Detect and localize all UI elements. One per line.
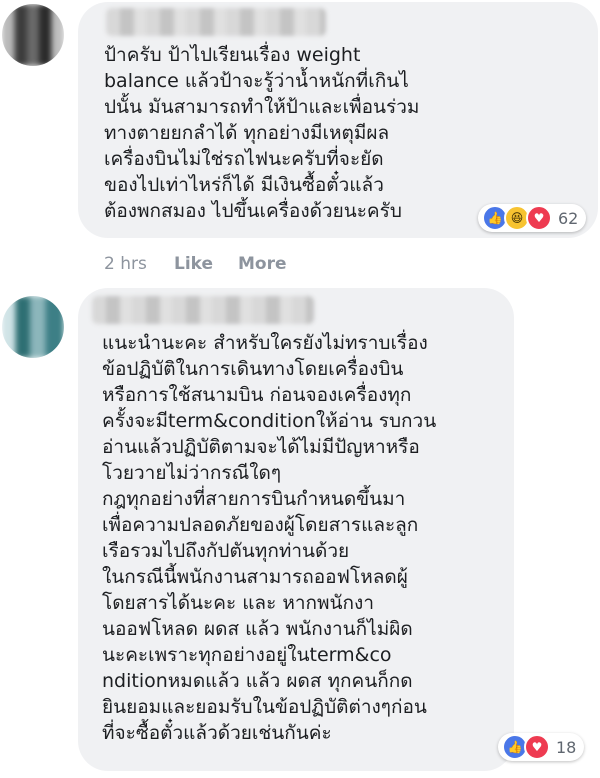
comment-line: ป้าครับ ป้าไปเรียนเรื่อง weight	[104, 44, 361, 66]
reactions-summary[interactable]: 👍 ♥ 18	[498, 733, 585, 761]
comment-line: ข้อปฏิบัติในการเดินทางโดยเครื่องบิน	[102, 358, 404, 380]
comment-line: ในกรณีนี้พนักงานสามารถออฟโหลดผู้	[102, 566, 408, 588]
comment-line: ครั้งจะมีterm&conditionให้อ่าน รบกวน	[102, 410, 437, 432]
comment-line: นะคะเพราะทุกอย่างอยู่ในterm&co	[102, 644, 392, 666]
comment-line: โวยวายไม่ว่ากรณีใดๆ	[102, 462, 282, 484]
comment-line: เรือรวมไปถึงกัปตันทุกท่านด้วย	[102, 540, 350, 562]
reaction-count: 18	[556, 737, 577, 757]
comment-line: แนะนำนะคะ สำหรับใครยังไม่ทราบเรื่อง	[102, 332, 428, 354]
comment-line: ที่จะซื้อตั๋วแล้วด้วยเช่นกันค่ะ	[102, 722, 332, 744]
comment-line: ทางตายยกลำได้ ทุกอย่างมีเหตุมีผล	[104, 122, 390, 144]
comment-line: nditionหมดแล้ว แล้ว ผดส ทุกคนก็กด	[102, 670, 413, 692]
more-button[interactable]: More	[238, 254, 287, 274]
commenter-avatar[interactable]	[2, 4, 64, 66]
comment-line: balance แล้วป้าจะรู้ว่าน้ำหนักที่เกินไ	[104, 70, 409, 92]
comment-line: ปนั้น มันสามารถทำให้ป้าและเพื่อนร่วม	[104, 96, 420, 118]
comment-line: นออฟโหลด ผดส แล้ว พนักงานก็ไม่ผิด	[102, 618, 413, 640]
comment-line: ยินยอมและยอมรับในข้อปฏิบัติต่างๆก่อน	[102, 696, 427, 718]
comment-line: โดยสารได้นะคะ และ หากพนักงา	[102, 592, 374, 614]
comment-line: ของไปเท่าไหร่ก็ได้ มีเงินซื้อตั๋วแล้ว	[104, 174, 384, 196]
comment-line: กฎทุกอย่างที่สายการบินกำหนดขึ้นมา	[102, 488, 406, 510]
like-button[interactable]: Like	[174, 254, 213, 274]
comment-timestamp[interactable]: 2 hrs	[104, 254, 147, 274]
comment-text: ป้าครับ ป้าไปเรียนเรื่อง weight balance …	[104, 42, 419, 224]
comment-line: หรือการใช้สนามบิน ก่อนจองเครื่องทุก	[102, 384, 412, 406]
comment-text: แนะนำนะคะ สำหรับใครยังไม่ทราบเรื่อง ข้อป…	[102, 330, 436, 746]
comment-line: เพื่อความปลอดภัยของผู้โดยสารและลูก	[102, 514, 419, 536]
commenter-name-redacted[interactable]	[92, 296, 314, 324]
love-icon: ♥	[526, 205, 552, 231]
comment-line: ต้องพกสมอง ไปขึ้นเครื่องด้วยนะครับ	[104, 200, 402, 222]
reaction-count: 62	[558, 208, 579, 228]
reactions-summary[interactable]: 👍 😆 ♥ 62	[478, 204, 587, 232]
comment-line: เครื่องบินไม่ใช่รถไฟนะครับที่จะยัด	[104, 148, 384, 170]
comment-line: อ่านแล้วปฏิบัติตามจะได้ไม่มีปัญหาหรือ	[102, 436, 420, 458]
commenter-avatar[interactable]	[2, 296, 64, 358]
commenter-name-redacted[interactable]	[106, 8, 326, 36]
love-icon: ♥	[524, 734, 550, 760]
